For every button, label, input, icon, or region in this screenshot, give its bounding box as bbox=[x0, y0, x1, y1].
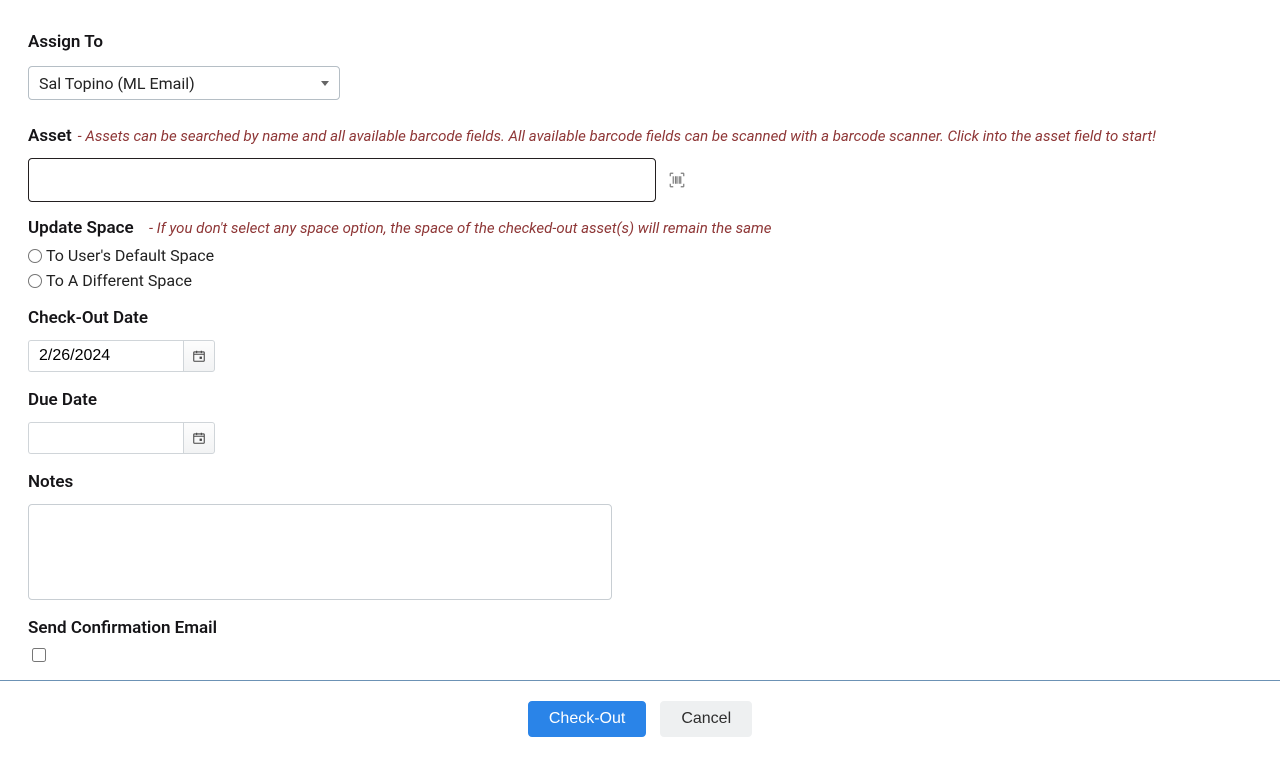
assign-to-value: Sal Topino (ML Email) bbox=[39, 74, 195, 93]
field-assign-to: Assign To Sal Topino (ML Email) bbox=[28, 32, 1252, 100]
assign-to-label: Assign To bbox=[28, 32, 103, 52]
radio-default-space-label: To User's Default Space bbox=[46, 246, 214, 265]
assign-to-select[interactable]: Sal Topino (ML Email) bbox=[28, 66, 340, 100]
checkout-button[interactable]: Check-Out bbox=[528, 701, 646, 737]
checkout-date-label: Check-Out Date bbox=[28, 308, 148, 328]
confirmation-label: Send Confirmation Email bbox=[28, 618, 217, 638]
due-date-picker-button[interactable] bbox=[183, 422, 215, 454]
asset-label: Asset bbox=[28, 126, 72, 146]
field-confirmation: Send Confirmation Email bbox=[28, 618, 1252, 662]
calendar-icon bbox=[192, 431, 206, 445]
radio-default-space-input[interactable] bbox=[28, 249, 42, 263]
chevron-down-icon bbox=[321, 81, 329, 86]
update-space-hint: If you don't select any space option, th… bbox=[157, 219, 772, 237]
field-notes: Notes bbox=[28, 472, 1252, 600]
field-checkout-date: Check-Out Date bbox=[28, 308, 1252, 372]
cancel-button[interactable]: Cancel bbox=[660, 701, 752, 737]
field-asset: Asset - Assets can be searched by name a… bbox=[28, 126, 1252, 202]
footer: Check-Out Cancel bbox=[0, 681, 1280, 761]
checkout-date-picker-button[interactable] bbox=[183, 340, 215, 372]
confirmation-checkbox[interactable] bbox=[32, 648, 46, 662]
due-date-input[interactable] bbox=[28, 422, 183, 454]
asset-hint: Assets can be searched by name and all a… bbox=[85, 127, 1156, 145]
radio-default-space[interactable]: To User's Default Space bbox=[28, 246, 1252, 265]
notes-label: Notes bbox=[28, 472, 73, 492]
update-space-label: Update Space bbox=[28, 218, 134, 238]
barcode-icon[interactable] bbox=[668, 171, 686, 189]
radio-different-space-input[interactable] bbox=[28, 274, 42, 288]
checkout-date-input[interactable] bbox=[28, 340, 183, 372]
asset-input[interactable] bbox=[28, 158, 656, 202]
radio-different-space-label: To A Different Space bbox=[46, 271, 192, 290]
due-date-label: Due Date bbox=[28, 390, 97, 410]
field-update-space: Update Space - If you don't select any s… bbox=[28, 218, 1252, 290]
notes-input[interactable] bbox=[28, 504, 612, 600]
update-space-hint-prefix: - bbox=[149, 219, 157, 237]
calendar-icon bbox=[192, 349, 206, 363]
radio-different-space[interactable]: To A Different Space bbox=[28, 271, 1252, 290]
field-due-date: Due Date bbox=[28, 390, 1252, 454]
